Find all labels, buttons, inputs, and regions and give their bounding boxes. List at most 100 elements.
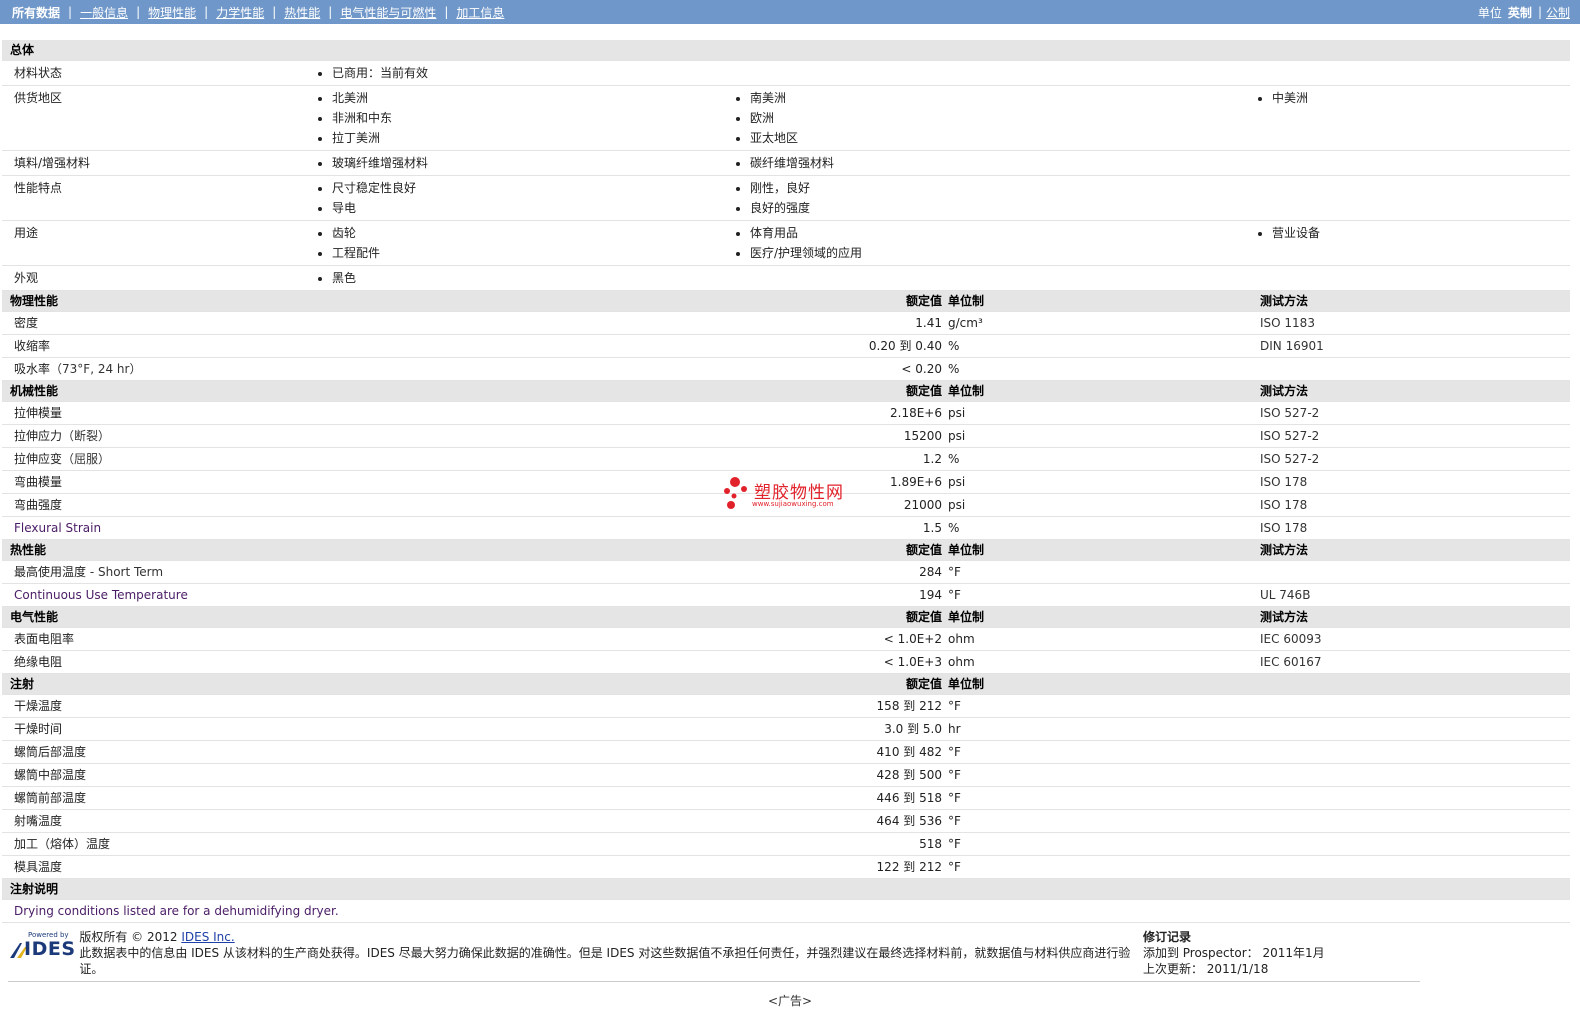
test-method-header: 测试方法 — [1258, 290, 1571, 312]
property-label-cell: 干燥温度 — [2, 694, 736, 718]
property-test-method: UL 746B — [1258, 583, 1571, 607]
list-item: 亚太地区 — [750, 128, 1258, 148]
property-test-method — [1258, 786, 1571, 810]
bullet-list: 碳纤维增强材料 — [736, 153, 1258, 173]
unit-header: 单位制 — [946, 606, 1258, 628]
property-test-method: ISO 178 — [1258, 516, 1571, 540]
units-metric-link[interactable]: 公制 — [1546, 4, 1570, 21]
property-label-cell: 加工（熔体）温度 — [2, 832, 736, 856]
nominal-header: 额定值 — [736, 539, 946, 561]
tab-2[interactable]: 物理性能 — [148, 4, 196, 21]
property-row: 密度 1.41 g/cm³ ISO 1183 — [2, 311, 1571, 335]
bullet-list: 中美洲 — [1258, 88, 1570, 108]
general-col — [1258, 60, 1571, 86]
list-item: 已商用：当前有效 — [332, 63, 736, 83]
notes-row: Drying conditions listed are for a dehum… — [2, 899, 1571, 923]
general-col: 刚性，良好良好的强度 — [736, 175, 1258, 221]
property-test-method: ISO 527-2 — [1258, 401, 1571, 425]
general-col: 碳纤维增强材料 — [736, 150, 1258, 176]
general-col: 南美洲欧洲亚太地区 — [736, 85, 1258, 151]
bullet-list: 北美洲非洲和中东拉丁美洲 — [318, 88, 736, 148]
property-value: 3.0 到 5.0 — [736, 717, 946, 741]
property-test-method — [1258, 560, 1571, 584]
property-row: 绝缘电阻 < 1.0E+3 ohm IEC 60167 — [2, 650, 1571, 674]
property-row: 螺筒前部温度 446 到 518 °F — [2, 786, 1571, 810]
ides-link[interactable]: IDES Inc. — [181, 930, 234, 944]
property-label-cell: 射嘴温度 — [2, 809, 736, 833]
tab-6[interactable]: 加工信息 — [456, 4, 504, 21]
property-test-method: ISO 1183 — [1258, 311, 1571, 335]
tab-3[interactable]: 力学性能 — [216, 4, 264, 21]
section-title: 总体 — [2, 40, 1571, 61]
section-title: 机械性能 — [2, 380, 736, 402]
general-label: 外观 — [2, 265, 318, 291]
general-col: 中美洲 — [1258, 85, 1571, 151]
list-item: 拉丁美洲 — [332, 128, 736, 148]
bullet-list: 南美洲欧洲亚太地区 — [736, 88, 1258, 148]
property-unit: °F — [946, 694, 1258, 718]
property-unit: % — [946, 516, 1258, 540]
property-value: 1.5 — [736, 516, 946, 540]
property-test-method: DIN 16901 — [1258, 334, 1571, 358]
list-item: 中美洲 — [1272, 88, 1570, 108]
property-value: 284 — [736, 560, 946, 584]
property-condition: （断裂） — [62, 429, 111, 443]
disclaimer-text: 此数据表中的信息由 IDES 从该材料的生产商处获得。IDES 尽最大努力确保此… — [79, 946, 1131, 976]
tab-1[interactable]: 一般信息 — [80, 4, 128, 21]
list-item: 工程配件 — [332, 243, 736, 263]
watermark-dots-icon — [724, 477, 747, 509]
test-method-header: 测试方法 — [1258, 606, 1571, 628]
list-item: 齿轮 — [332, 223, 736, 243]
property-label: 弯曲模量 — [14, 475, 63, 489]
nominal-header: 额定值 — [736, 673, 946, 695]
bullet-list: 黑色 — [318, 268, 736, 288]
property-unit: °F — [946, 855, 1258, 879]
property-value: 15200 — [736, 424, 946, 448]
property-test-method — [1258, 763, 1571, 787]
property-row: 拉伸应力（断裂） 15200 psi ISO 527-2 — [2, 424, 1571, 448]
property-label: 拉伸应力 — [14, 429, 63, 443]
copyright-block: 版权所有 © 2012 IDES Inc. 此数据表中的信息由 IDES 从该材… — [79, 929, 1143, 977]
property-unit: psi — [946, 424, 1258, 448]
property-label: 拉伸模量 — [14, 406, 63, 420]
general-label: 供货地区 — [2, 85, 318, 151]
bullet-list: 齿轮工程配件 — [318, 223, 736, 263]
property-unit: g/cm³ — [946, 311, 1258, 335]
property-test-method: IEC 60167 — [1258, 650, 1571, 674]
tab-4[interactable]: 热性能 — [284, 4, 320, 21]
property-unit: % — [946, 357, 1258, 381]
property-value: 2.18E+6 — [736, 401, 946, 425]
tab-separator: | — [68, 5, 73, 19]
general-row: 性能特点尺寸稳定性良好导电刚性，良好良好的强度 — [2, 175, 1571, 221]
property-label: 收缩率 — [14, 339, 51, 353]
property-test-method — [1258, 832, 1571, 856]
list-item: 非洲和中东 — [332, 108, 736, 128]
property-unit: psi — [946, 401, 1258, 425]
revision-added-value: 2011年1月 — [1262, 946, 1325, 960]
property-test-method — [1258, 357, 1571, 381]
property-label-cell: 拉伸模量 — [2, 401, 736, 425]
tab-separator: | — [136, 5, 141, 19]
property-label-cell: 拉伸应力（断裂） — [2, 424, 736, 448]
bullet-list: 已商用：当前有效 — [318, 63, 736, 83]
logo-brand: IDES — [24, 938, 76, 960]
property-unit: °F — [946, 786, 1258, 810]
property-label-cell: Flexural Strain — [2, 516, 736, 540]
property-label-cell: 螺筒中部温度 — [2, 763, 736, 787]
property-unit: hr — [946, 717, 1258, 741]
revision-title: 修订记录 — [1142, 930, 1191, 944]
property-label: Flexural Strain — [14, 521, 102, 535]
tab-all-data[interactable]: 所有数据 — [12, 4, 60, 21]
property-label-cell: 密度 — [2, 311, 736, 335]
list-item: 北美洲 — [332, 88, 736, 108]
units-current: 英制 — [1507, 5, 1532, 20]
ad-label: <广告> — [767, 994, 813, 1008]
tab-5[interactable]: 电气性能与可燃性 — [340, 4, 436, 21]
property-row: 干燥时间 3.0 到 5.0 hr — [2, 717, 1571, 741]
property-test-method: ISO 527-2 — [1258, 424, 1571, 448]
general-row: 供货地区北美洲非洲和中东拉丁美洲南美洲欧洲亚太地区中美洲 — [2, 85, 1571, 151]
unit-switcher: 单位 英制 | 公制 — [1478, 4, 1570, 21]
property-label-cell: 绝缘电阻 — [2, 650, 736, 674]
property-row: 拉伸应变（屈服） 1.2% ISO 527-2 — [2, 447, 1571, 471]
property-test-method — [1258, 855, 1571, 879]
